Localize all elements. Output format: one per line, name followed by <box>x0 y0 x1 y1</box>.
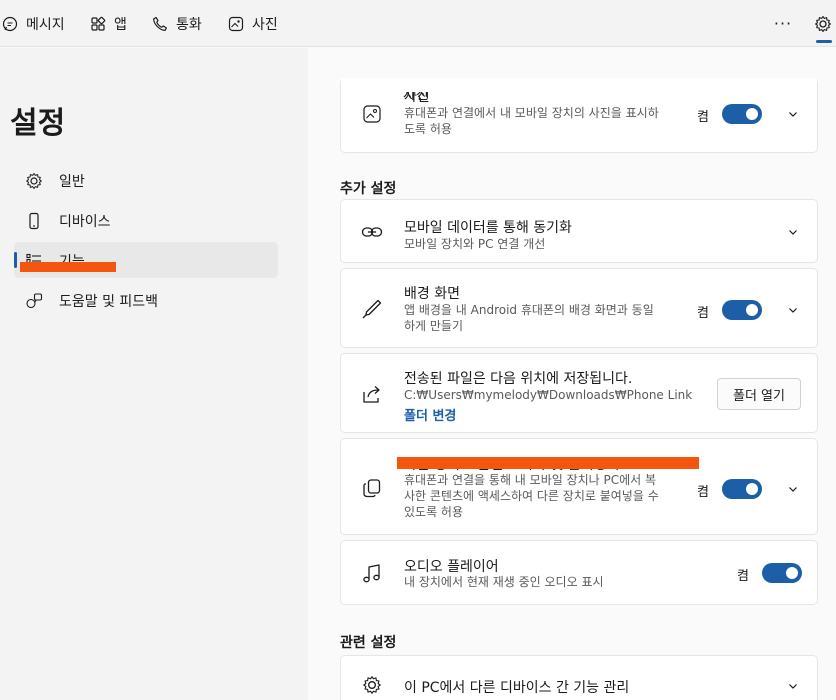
wallpaper-title: 배경 화면 <box>404 286 460 302</box>
redaction-mark <box>20 262 116 272</box>
audio-player-description: 내 장치에서 현재 재생 중인 오디오 표시 <box>404 575 604 589</box>
more-icon: ··· <box>773 13 793 33</box>
share-icon <box>361 383 383 405</box>
photos-description: 휴대폰과 연결에서 내 모바일 장치의 사진을 표시하도록 허용 <box>404 106 659 136</box>
audio-player-title: 오디오 플레이어 <box>404 559 499 575</box>
tab-calls-label: 통화 <box>176 16 202 33</box>
audio-state-label: 켬 <box>737 569 749 584</box>
apps-icon <box>91 16 106 31</box>
sidebar-item-help[interactable]: 도움말 및 피드백 <box>14 282 278 318</box>
copy-paste-state-label: 켬 <box>697 485 709 500</box>
sidebar-item-general[interactable]: 일반 <box>14 162 278 198</box>
brush-icon <box>361 298 383 320</box>
copy-paste-description: 휴대폰과 연결을 통해 내 모바일 장치나 PC에서 복사한 콘텐츠에 액세스하… <box>404 473 659 519</box>
settings-sidebar: 설정 일반 디바이스 기능 도움말 및 피드백 <box>0 48 308 700</box>
chevron-down-icon[interactable] <box>786 303 800 317</box>
photo-icon <box>361 103 383 125</box>
mobile-data-card[interactable]: 모바일 데이터를 통해 동기화 모바일 장치와 PC 연결 개선 <box>340 199 818 263</box>
copy-paste-card[interactable]: 다른 장치로 콘텐츠 복사 및 붙여넣기 휴대폰과 연결을 통해 내 모바일 장… <box>340 438 818 535</box>
open-folder-button[interactable]: 폴더 열기 <box>717 378 801 410</box>
photos-state-label: 켬 <box>697 110 709 125</box>
message-icon <box>2 16 18 31</box>
gear-icon <box>25 172 43 190</box>
mobile-data-description: 모바일 장치와 PC 연결 개선 <box>404 237 546 251</box>
additional-settings-heading: 추가 설정 <box>340 181 397 197</box>
copy-paste-toggle[interactable] <box>722 479 762 499</box>
more-options-button[interactable]: ··· <box>772 12 794 34</box>
sidebar-item-label: 도움말 및 피드백 <box>59 294 159 310</box>
change-folder-link[interactable]: 폴더 변경 <box>404 405 456 424</box>
sidebar-item-features[interactable]: 기능 <box>14 242 278 278</box>
scroll-mask <box>308 48 836 78</box>
sidebar-item-devices[interactable]: 디바이스 <box>14 202 278 238</box>
copy-icon <box>361 477 383 499</box>
settings-active-indicator <box>816 40 832 43</box>
tab-apps-label: 앱 <box>114 16 127 33</box>
link-icon <box>361 221 383 243</box>
chevron-down-icon[interactable] <box>786 679 800 693</box>
top-bar: 메시지 앱 통화 사진 ··· <box>0 0 836 47</box>
mobile-data-title: 모바일 데이터를 통해 동기화 <box>404 220 572 236</box>
tab-messages[interactable]: 메시지 <box>2 0 65 47</box>
chevron-down-icon[interactable] <box>786 107 800 121</box>
manage-features-title: 이 PC에서 다른 디바이스 간 기능 관리 <box>404 680 630 696</box>
gear-icon <box>815 15 831 33</box>
wallpaper-card[interactable]: 배경 화면 앱 배경을 내 Android 휴대폰의 배경 화면과 동일하게 만… <box>340 268 818 348</box>
active-indicator <box>14 252 17 268</box>
sidebar-item-label: 디바이스 <box>59 214 111 230</box>
wallpaper-toggle[interactable] <box>722 300 762 320</box>
audio-player-card[interactable]: 오디오 플레이어 내 장치에서 현재 재생 중인 오디오 표시 켬 <box>340 540 818 605</box>
tab-apps[interactable]: 앱 <box>90 0 127 47</box>
tab-calls[interactable]: 통화 <box>152 0 202 47</box>
transfer-title: 전송된 파일은 다음 위치에 저장됩니다. <box>404 371 633 387</box>
settings-button[interactable] <box>812 12 834 36</box>
help-feedback-icon <box>25 292 43 310</box>
chevron-down-icon[interactable] <box>786 225 800 239</box>
wallpaper-description: 앱 배경을 내 Android 휴대폰의 배경 화면과 동일하게 만들기 <box>404 303 654 333</box>
gear-icon <box>361 674 383 696</box>
audio-toggle[interactable] <box>762 563 802 583</box>
page-title: 설정 <box>10 106 66 141</box>
sidebar-item-label: 일반 <box>59 174 85 190</box>
music-note-icon <box>361 563 383 585</box>
wallpaper-state-label: 켬 <box>697 306 709 321</box>
photos-toggle[interactable] <box>722 104 762 124</box>
related-settings-heading: 관련 설정 <box>340 635 397 651</box>
transfer-path: C:₩Users₩mymelody₩Downloads₩Phone Link <box>404 388 693 402</box>
file-transfer-card: 전송된 파일은 다음 위치에 저장됩니다. C:₩Users₩mymelody₩… <box>340 353 818 433</box>
tab-messages-label: 메시지 <box>26 16 65 33</box>
tab-photos-label: 사진 <box>252 16 278 33</box>
manage-features-card[interactable]: 이 PC에서 다른 디바이스 간 기능 관리 <box>340 655 818 700</box>
card-top-mask <box>341 78 817 92</box>
phone-device-icon <box>25 212 43 230</box>
chevron-down-icon[interactable] <box>786 482 800 496</box>
redaction-mark <box>397 457 699 469</box>
phone-icon <box>153 16 167 31</box>
tab-photos[interactable]: 사진 <box>228 0 278 47</box>
photo-icon <box>228 16 244 31</box>
